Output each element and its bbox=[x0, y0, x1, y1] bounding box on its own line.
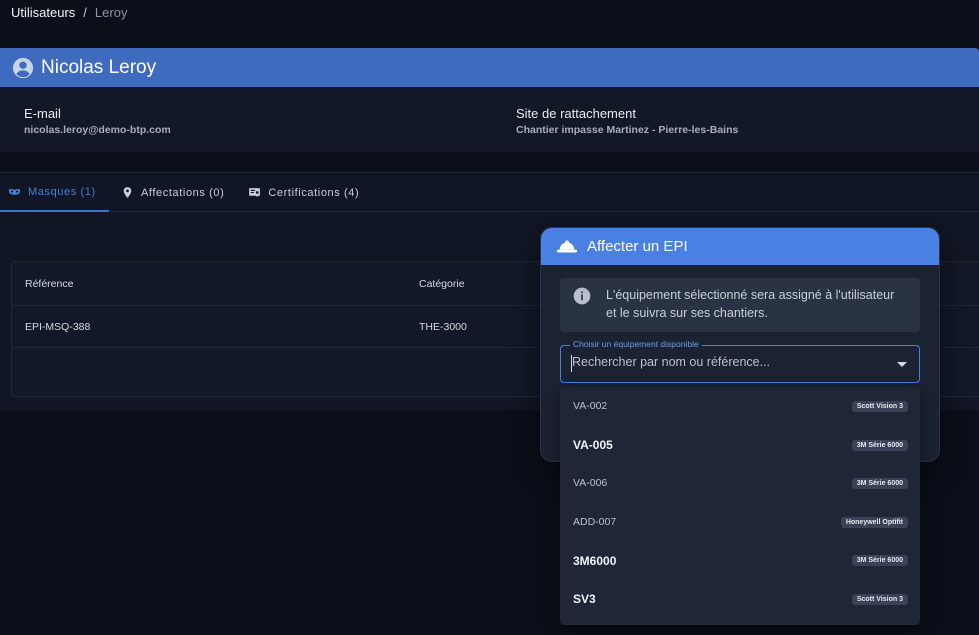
tab-affectations[interactable]: Affectations (0) bbox=[109, 173, 236, 212]
equipment-search-field[interactable]: Choisir un équipement disponible bbox=[560, 339, 920, 383]
cell-reference: EPI-MSQ-388 bbox=[25, 320, 91, 333]
cell-category: THE-3000 bbox=[419, 320, 467, 333]
dialog-title: Affecter un EPI bbox=[587, 238, 688, 255]
list-item[interactable]: VA-005 3M Série 6000 bbox=[560, 426, 920, 465]
info-icon bbox=[573, 287, 591, 305]
list-item[interactable]: VA-006 3M Série 6000 bbox=[560, 464, 920, 503]
breadcrumb-current: Leroy bbox=[94, 5, 128, 20]
equipment-options-list: VA-002 Scott Vision 3 VA-005 3M Série 60… bbox=[560, 387, 920, 625]
option-model-chip: Scott Vision 3 bbox=[851, 401, 908, 412]
email-label: E-mail bbox=[24, 106, 61, 121]
list-item[interactable]: SV3 Scott Vision 3 bbox=[560, 580, 920, 619]
info-text: L'équipement sélectionné sera assigné à … bbox=[606, 288, 895, 320]
breadcrumb-users-link[interactable]: Utilisateurs bbox=[11, 5, 75, 20]
email-block: E-mail nicolas.leroy@demo-btp.com bbox=[24, 106, 171, 136]
list-item[interactable]: 3M6000 3M Série 6000 bbox=[560, 541, 920, 580]
list-item[interactable]: VA-002 Scott Vision 3 bbox=[560, 387, 920, 426]
dropdown-arrow-icon[interactable] bbox=[897, 362, 907, 367]
dialog-header: Affecter un EPI bbox=[541, 228, 939, 265]
equipment-field-label: Choisir un équipement disponible bbox=[570, 339, 702, 349]
breadcrumb: Utilisateurs / Leroy bbox=[11, 5, 127, 20]
user-card: Nicolas Leroy E-mail nicolas.leroy@demo-… bbox=[0, 48, 979, 152]
option-model-chip: 3M Série 6000 bbox=[851, 478, 908, 490]
option-code: 3M6000 bbox=[573, 553, 617, 568]
column-header-reference[interactable]: Référence bbox=[25, 278, 73, 290]
equipment-search-input[interactable] bbox=[572, 355, 882, 369]
user-card-header: Nicolas Leroy bbox=[0, 48, 979, 87]
tab-certifications-label: Certifications (4) bbox=[268, 186, 360, 199]
site-value: Chantier impasse Martinez - Pierre-les-B… bbox=[516, 124, 739, 136]
tab-masques-label: Masques (1) bbox=[28, 185, 96, 198]
option-model-chip: Honeywell Optifit bbox=[840, 516, 908, 528]
info-alert: L'équipement sélectionné sera assigné à … bbox=[560, 278, 920, 332]
option-model-chip: 3M Série 6000 bbox=[851, 439, 908, 451]
list-item[interactable]: ADD-007 Honeywell Optifit bbox=[560, 503, 920, 542]
certificate-icon bbox=[249, 188, 261, 197]
option-model-chip: 3M Série 6000 bbox=[851, 555, 908, 567]
breadcrumb-separator: / bbox=[83, 5, 87, 20]
option-code: ADD-007 bbox=[573, 516, 617, 529]
user-name: Nicolas Leroy bbox=[41, 56, 157, 78]
option-code: VA-006 bbox=[573, 477, 608, 490]
column-header-category[interactable]: Catégorie bbox=[419, 278, 465, 290]
site-label: Site de rattachement bbox=[516, 106, 636, 121]
tab-masques[interactable]: Masques (1) bbox=[0, 173, 109, 212]
site-block: Site de rattachement Chantier impasse Ma… bbox=[516, 106, 738, 136]
mask-icon bbox=[9, 188, 20, 195]
account-circle-icon bbox=[12, 57, 34, 78]
location-pin-icon bbox=[123, 187, 132, 198]
option-code: VA-005 bbox=[573, 437, 613, 452]
hard-hat-icon bbox=[556, 240, 578, 252]
option-code: SV3 bbox=[573, 592, 596, 607]
email-value: nicolas.leroy@demo-btp.com bbox=[24, 124, 171, 136]
tab-affectations-label: Affectations (0) bbox=[141, 186, 225, 199]
tab-bar: Masques (1) Affectations (0) Certificati… bbox=[0, 173, 979, 212]
option-model-chip: Scott Vision 3 bbox=[851, 593, 908, 605]
tab-certifications[interactable]: Certifications (4) bbox=[236, 173, 371, 212]
option-code: VA-002 bbox=[573, 400, 608, 413]
